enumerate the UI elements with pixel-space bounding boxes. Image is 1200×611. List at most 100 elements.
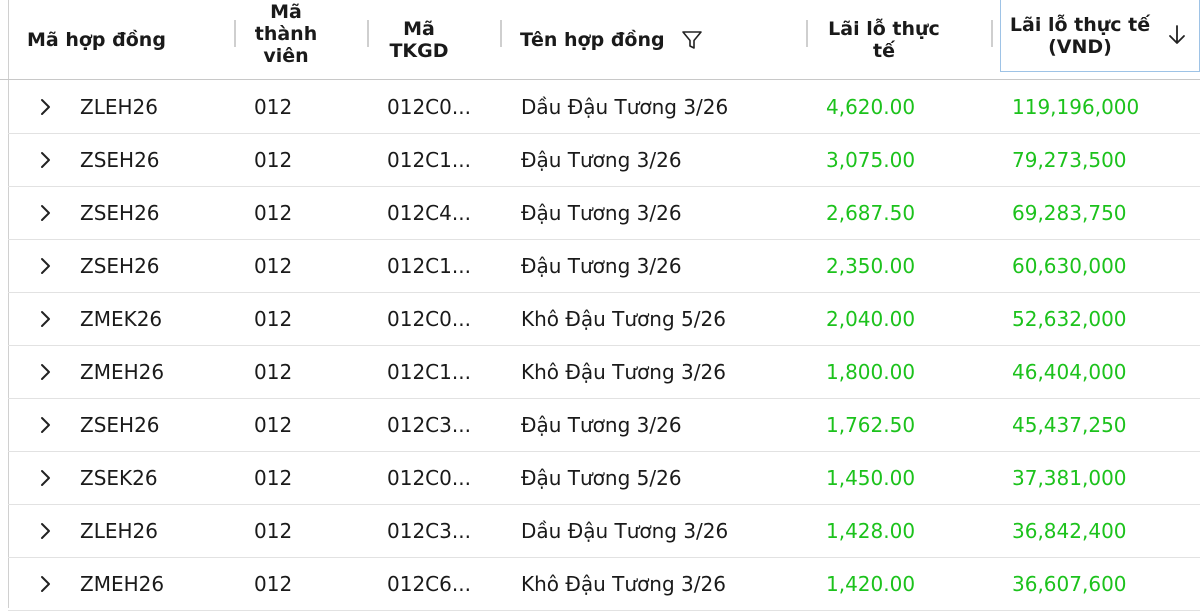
cell-account-code: 012C4... xyxy=(387,201,471,225)
table-row[interactable]: ZSEH26 012 012C4... Đậu Tương 3/26 2,687… xyxy=(8,187,1200,240)
cell-pnl-vnd: 69,283,750 xyxy=(1012,201,1127,225)
column-header-member-code[interactable]: Mã thành viên xyxy=(238,0,334,80)
cell-member-code: 012 xyxy=(254,254,293,278)
cell-contract-name: Khô Đậu Tương 5/26 xyxy=(521,307,726,331)
cell-pnl: 1,420.00 xyxy=(826,572,916,596)
cell-member-code: 012 xyxy=(254,519,293,543)
cell-contract-code: ZLEH26 xyxy=(80,519,158,543)
arrow-down-icon[interactable] xyxy=(1167,24,1187,46)
cell-pnl: 1,762.50 xyxy=(826,413,916,437)
table-row[interactable]: ZSEK26 012 012C0... Đậu Tương 5/26 1,450… xyxy=(8,452,1200,505)
chevron-right-icon[interactable] xyxy=(34,505,56,557)
cell-contract-name: Dầu Đậu Tương 3/26 xyxy=(521,95,729,119)
cell-account-code: 012C6... xyxy=(387,572,471,596)
table-row[interactable]: ZMEH26 012 012C6... Khô Đậu Tương 3/26 1… xyxy=(8,558,1200,611)
column-header-account-code-line: TKGD xyxy=(389,40,449,62)
column-header-member-code-line: viên xyxy=(263,45,309,67)
cell-contract-code: ZSEH26 xyxy=(80,254,160,278)
cell-contract-code: ZSEK26 xyxy=(80,466,158,490)
cell-member-code: 012 xyxy=(254,201,293,225)
chevron-right-icon[interactable] xyxy=(34,134,56,186)
cell-contract-name: Khô Đậu Tương 3/26 xyxy=(521,572,726,596)
column-header-member-code-line: Mã xyxy=(270,1,302,23)
chevron-right-icon[interactable] xyxy=(34,81,56,133)
table-row[interactable]: ZSEH26 012 012C1... Đậu Tương 3/26 2,350… xyxy=(8,240,1200,293)
cell-member-code: 012 xyxy=(254,95,293,119)
cell-member-code: 012 xyxy=(254,360,293,384)
cell-pnl-vnd: 60,630,000 xyxy=(1012,254,1127,278)
cell-contract-name: Đậu Tương 3/26 xyxy=(521,201,682,225)
cell-contract-code: ZMEH26 xyxy=(80,572,165,596)
cell-pnl-vnd: 79,273,500 xyxy=(1012,148,1127,172)
chevron-right-icon[interactable] xyxy=(34,558,56,610)
column-header-pnl[interactable]: Lãi lỗ thực tế xyxy=(812,0,956,80)
cell-member-code: 012 xyxy=(254,413,293,437)
cell-contract-name: Dầu Đậu Tương 3/26 xyxy=(521,519,729,543)
column-resize-handle[interactable] xyxy=(991,20,993,47)
cell-contract-name: Đậu Tương 3/26 xyxy=(521,254,682,278)
column-header-account-code[interactable]: Mã TKGD xyxy=(372,0,466,80)
cell-contract-code: ZLEH26 xyxy=(80,95,158,119)
column-header-pnl-line: tế xyxy=(873,40,895,62)
table-row[interactable]: ZLEH26 012 012C0... Dầu Đậu Tương 3/26 4… xyxy=(8,81,1200,134)
cell-member-code: 012 xyxy=(254,572,293,596)
table-row[interactable]: ZMEK26 012 012C0... Khô Đậu Tương 5/26 2… xyxy=(8,293,1200,346)
table-row[interactable]: ZLEH26 012 012C3... Dầu Đậu Tương 3/26 1… xyxy=(8,505,1200,558)
column-resize-handle[interactable] xyxy=(500,20,502,47)
cell-pnl-vnd: 119,196,000 xyxy=(1012,95,1140,119)
cell-account-code: 012C3... xyxy=(387,519,471,543)
column-header-account-code-line: Mã xyxy=(403,18,435,40)
column-header-pnl-vnd-line: (VND) xyxy=(1048,35,1112,58)
column-header-pnl-vnd-line: Lãi lỗ thực tế xyxy=(1009,13,1151,36)
cell-contract-code: ZMEK26 xyxy=(80,307,163,331)
chevron-right-icon[interactable] xyxy=(34,452,56,504)
cell-member-code: 012 xyxy=(254,307,293,331)
column-header-contract-code-label: Mã hợp đồng xyxy=(27,29,166,51)
cell-pnl: 2,040.00 xyxy=(826,307,916,331)
cell-contract-name: Đậu Tương 3/26 xyxy=(521,413,682,437)
cell-pnl: 1,428.00 xyxy=(826,519,916,543)
cell-pnl-vnd: 37,381,000 xyxy=(1012,466,1127,490)
filter-icon[interactable] xyxy=(681,29,703,51)
cell-contract-code: ZSEH26 xyxy=(80,413,160,437)
cell-pnl: 4,620.00 xyxy=(826,95,916,119)
chevron-right-icon[interactable] xyxy=(34,293,56,345)
contracts-table: Mã hợp đồng Mã thành viên Mã TKGD Tên hợ… xyxy=(0,0,1200,611)
column-resize-handle[interactable] xyxy=(806,20,808,47)
cell-account-code: 012C0... xyxy=(387,307,471,331)
chevron-right-icon[interactable] xyxy=(34,399,56,451)
column-resize-handle[interactable] xyxy=(234,20,236,47)
cell-account-code: 012C1... xyxy=(387,360,471,384)
cell-pnl: 1,450.00 xyxy=(826,466,916,490)
table-row[interactable]: ZSEH26 012 012C1... Đậu Tương 3/26 3,075… xyxy=(8,134,1200,187)
cell-contract-code: ZSEH26 xyxy=(80,201,160,225)
column-resize-handle[interactable] xyxy=(367,20,369,47)
cell-contract-name: Khô Đậu Tương 3/26 xyxy=(521,360,726,384)
cell-account-code: 012C3... xyxy=(387,413,471,437)
column-header-pnl-line: Lãi lỗ thực xyxy=(828,18,940,40)
table-header: Mã hợp đồng Mã thành viên Mã TKGD Tên hợ… xyxy=(0,0,1200,80)
cell-pnl-vnd: 52,632,000 xyxy=(1012,307,1127,331)
column-header-contract-code[interactable]: Mã hợp đồng xyxy=(27,0,227,80)
chevron-right-icon[interactable] xyxy=(34,240,56,292)
cell-pnl-vnd: 45,437,250 xyxy=(1012,413,1127,437)
chevron-right-icon[interactable] xyxy=(34,346,56,398)
cell-member-code: 012 xyxy=(254,148,293,172)
column-header-pnl-vnd[interactable]: Lãi lỗ thực tế (VND) xyxy=(1000,0,1200,72)
column-header-contract-name[interactable]: Tên hợp đồng xyxy=(520,0,800,80)
cell-account-code: 012C0... xyxy=(387,95,471,119)
chevron-right-icon[interactable] xyxy=(34,187,56,239)
cell-contract-code: ZSEH26 xyxy=(80,148,160,172)
column-header-member-code-line: thành xyxy=(254,23,318,45)
table-row[interactable]: ZMEH26 012 012C1... Khô Đậu Tương 3/26 1… xyxy=(8,346,1200,399)
cell-contract-code: ZMEH26 xyxy=(80,360,165,384)
table-row[interactable]: ZSEH26 012 012C3... Đậu Tương 3/26 1,762… xyxy=(8,399,1200,452)
cell-account-code: 012C1... xyxy=(387,254,471,278)
cell-pnl: 2,350.00 xyxy=(826,254,916,278)
cell-contract-name: Đậu Tương 3/26 xyxy=(521,148,682,172)
cell-pnl: 1,800.00 xyxy=(826,360,916,384)
column-header-contract-name-label: Tên hợp đồng xyxy=(520,29,665,51)
cell-account-code: 012C1... xyxy=(387,148,471,172)
cell-pnl-vnd: 46,404,000 xyxy=(1012,360,1127,384)
cell-pnl: 2,687.50 xyxy=(826,201,916,225)
